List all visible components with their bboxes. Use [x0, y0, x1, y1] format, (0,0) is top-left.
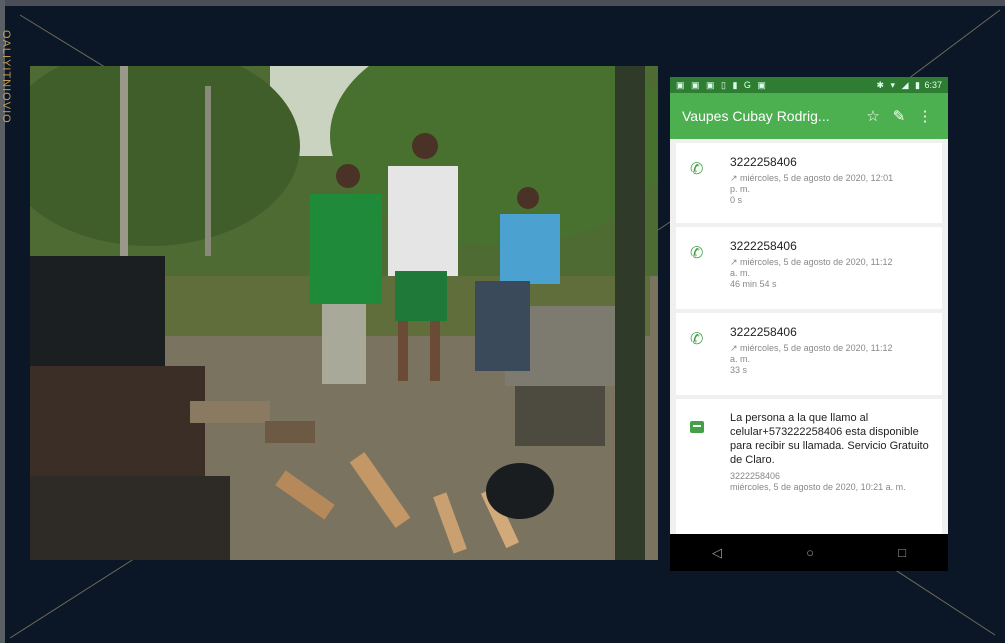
call-date: ↗ miércoles, 5 de agosto de 2020, 11:12: [730, 257, 893, 267]
message-entry[interactable]: La persona a la que llamo al celular+573…: [676, 399, 942, 539]
recents-icon[interactable]: □: [898, 545, 906, 560]
star-icon[interactable]: ☆: [860, 107, 886, 125]
call-log-entry[interactable]: ✆ 3222258406 ↗ miércoles, 5 de agosto de…: [676, 143, 942, 223]
call-duration: 33 s: [730, 365, 748, 375]
phone-icon: ✆: [690, 331, 704, 348]
phone-icon: ✆: [690, 161, 704, 178]
status-time: 6:37: [924, 79, 942, 90]
phone-call-log-screenshot: ▣ ▣ ▣ ▯ ▮ G ▣ ✱ ▾ ◢ ▮ 6:37 Vaupes Cubay …: [670, 77, 948, 571]
message-date: miércoles, 5 de agosto de 2020, 10:21 a.…: [730, 482, 906, 492]
call-number: 3222258406: [730, 239, 797, 253]
call-log-entry[interactable]: ✆ 3222258406 ↗ miércoles, 5 de agosto de…: [676, 227, 942, 309]
contact-title: Vaupes Cubay Rodrig...: [682, 108, 830, 124]
app-bar: Vaupes Cubay Rodrig... ☆ ✎ ⋮: [670, 93, 948, 139]
system-icons: ✱ ▾ ◢ ▮: [876, 79, 922, 90]
message-icon: [690, 421, 704, 433]
notification-icons: ▣ ▣ ▣ ▯ ▮ G ▣: [676, 79, 768, 90]
call-duration: 0 s: [730, 195, 743, 205]
call-number: 3222258406: [730, 155, 797, 169]
call-date: ↗ miércoles, 5 de agosto de 2020, 11:12: [730, 343, 893, 353]
edit-icon[interactable]: ✎: [886, 107, 912, 125]
call-log-entry[interactable]: ✆ 3222258406 ↗ miércoles, 5 de agosto de…: [676, 313, 942, 395]
call-ampm: p. m.: [730, 184, 751, 194]
status-bar: ▣ ▣ ▣ ▯ ▮ G ▣ ✱ ▾ ◢ ▮ 6:37: [670, 77, 948, 93]
field-photo: [30, 66, 658, 560]
back-icon[interactable]: ◁: [712, 545, 722, 561]
phone-icon: ✆: [690, 245, 704, 262]
menu-icon[interactable]: ⋮: [912, 107, 938, 125]
call-date: ↗ miércoles, 5 de agosto de 2020, 12:01: [730, 173, 894, 183]
call-number: 3222258406: [730, 325, 797, 339]
android-nav-bar: ◁ ○ □: [670, 534, 948, 571]
call-ampm: a. m.: [730, 354, 751, 364]
call-log-list: ✆ 3222258406 ↗ miércoles, 5 de agosto de…: [670, 139, 948, 539]
message-text: La persona a la que llamo al celular+573…: [730, 412, 929, 466]
message-number: 3222258406: [730, 471, 781, 481]
call-duration: 46 min 54 s: [730, 279, 777, 289]
home-icon[interactable]: ○: [806, 545, 814, 560]
call-ampm: a. m.: [730, 268, 751, 278]
